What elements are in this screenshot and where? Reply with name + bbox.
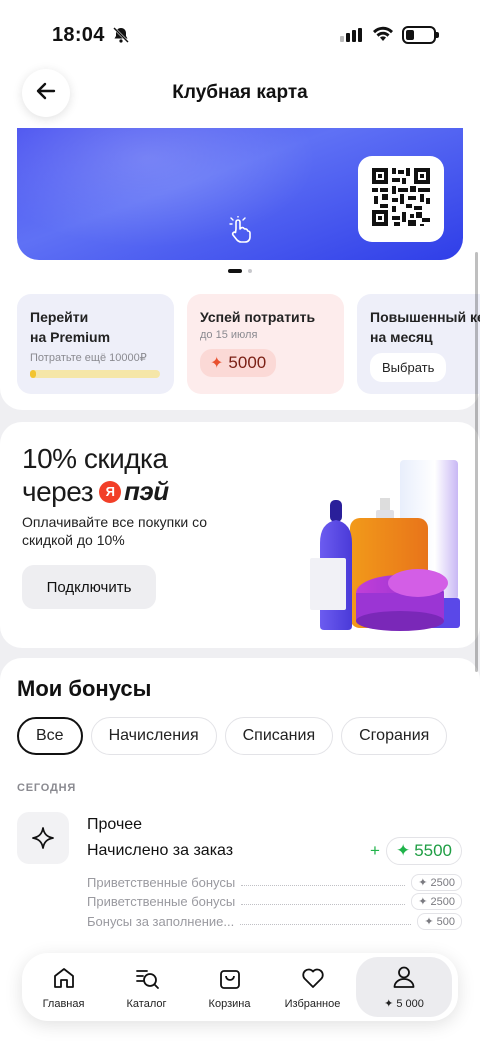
cashback-promo-card[interactable]: Повышенный ке на месяц Выбрать (357, 294, 480, 394)
nav-catalog-label: Каталог (126, 997, 167, 1010)
pay-title-line2: через Я пэй (22, 475, 169, 508)
subitem-amount: 500 (436, 916, 455, 928)
spend-promo-card[interactable]: Успей потратить до 15 июля ✦ 5000 (187, 294, 344, 394)
subitem-label: Бонусы за заполнение... (87, 914, 235, 929)
pay-banner-title: 10% скидка через Я пэй (22, 442, 169, 508)
bonus-filters: Все Начисления Списания Сгорания (17, 717, 448, 755)
shopping-bag-icon (217, 965, 243, 994)
transaction-subitem: Бонусы за заполнение... ✦ 500 (87, 913, 462, 930)
premium-progress-fill (30, 370, 36, 378)
home-icon (51, 965, 77, 994)
battery-icon (402, 26, 439, 44)
subitem-label: Приветственные бонусы (87, 894, 236, 909)
yandex-pay-banner[interactable]: 10% скидка через Я пэй Оплачивайте все п… (0, 422, 480, 648)
bonus-sparkle-icon: ✦ (424, 916, 437, 928)
pay-title-line1: 10% скидка (22, 443, 168, 474)
yandex-pay-logo: Я пэй (99, 475, 169, 508)
filter-accruals[interactable]: Начисления (90, 717, 217, 755)
bonus-sparkle-icon: ✦ (395, 841, 411, 860)
premium-progress-bar (30, 370, 160, 378)
transaction-amount-value: 5500 (414, 841, 453, 860)
qr-code-icon (372, 167, 430, 231)
signal-icon (340, 28, 364, 49)
sparkle-outline-icon (17, 812, 69, 864)
spend-bonus-badge: ✦ 5000 (200, 349, 277, 377)
pay-title-prefix: через (22, 476, 94, 507)
spend-deadline: до 15 июля (200, 329, 258, 341)
cashback-title-line1: Повышенный ке (370, 309, 480, 325)
transaction-subitem: Приветственные бонусы ✦ 2500 (87, 874, 462, 891)
transaction-description: Начислено за заказ (87, 842, 234, 859)
nav-catalog[interactable]: Каталог (105, 953, 188, 1021)
cashback-title-line2: на месяц (370, 329, 433, 345)
nav-cart-label: Корзина (208, 997, 251, 1010)
heart-icon (300, 965, 326, 994)
premium-title-line2: на Premium (30, 329, 111, 345)
cosmetics-illustration (300, 458, 470, 638)
premium-subtitle: Потратьте ещё 10000₽ (30, 352, 147, 364)
dotted-leader (240, 924, 412, 925)
nav-profile[interactable]: ✦ 5 000 (356, 957, 452, 1017)
yandex-logo-icon: Я (99, 480, 122, 503)
dotted-leader (241, 904, 406, 905)
date-section-label: СЕГОДНЯ (17, 782, 77, 794)
carousel-dot-active (228, 269, 242, 273)
carousel-indicator (0, 269, 480, 273)
subitem-amount-badge: ✦ 500 (417, 913, 462, 930)
dotted-leader (241, 885, 406, 886)
transaction-amount: + ✦ 5500 (370, 837, 463, 865)
subitem-label: Приветственные бонусы (87, 875, 236, 890)
catalog-search-icon (134, 965, 160, 994)
transaction-title: Прочее (87, 816, 143, 833)
pay-banner-description: Оплачивайте все покупки со скидкой до 10… (22, 514, 208, 548)
spend-title: Успей потратить (200, 309, 316, 325)
scrollbar[interactable] (475, 252, 478, 672)
status-time: 18:04 (52, 24, 105, 46)
subitem-amount: 2500 (430, 877, 455, 889)
club-card-section: Перейти на Premium Потратьте ещё 10000₽ … (0, 128, 480, 410)
connect-button[interactable]: Подключить (22, 565, 156, 609)
carousel-dot (248, 269, 252, 273)
tap-hand-icon (227, 215, 253, 249)
pay-brand-name: пэй (124, 476, 169, 506)
nav-home[interactable]: Главная (22, 953, 105, 1021)
premium-promo-card[interactable]: Перейти на Premium Потратьте ещё 10000₽ (17, 294, 174, 394)
subitem-amount-badge: ✦ 2500 (411, 893, 462, 910)
transaction-subitem: Приветственные бонусы ✦ 2500 (87, 893, 462, 910)
qr-code-button[interactable] (358, 156, 444, 242)
premium-title-line1: Перейти (30, 309, 89, 325)
page-title: Клубная карта (172, 82, 308, 103)
subitem-amount-badge: ✦ 2500 (411, 874, 462, 891)
bonus-sparkle-icon: ✦ (210, 355, 224, 372)
status-bar: 18:04 (0, 0, 480, 64)
user-icon (391, 964, 417, 993)
filter-expirations[interactable]: Сгорания (341, 717, 448, 755)
bell-muted-icon (112, 26, 130, 49)
bonuses-heading: Мои бонусы (17, 676, 152, 701)
choose-button[interactable]: Выбрать (370, 353, 447, 382)
spend-bonus-amount: 5000 (228, 353, 267, 372)
wifi-icon (372, 25, 394, 48)
nav-profile-bonus-label: ✦ 5 000 (384, 998, 424, 1010)
nav-favorites-label: Избранное (284, 997, 341, 1010)
page-header: Клубная карта (0, 64, 480, 128)
bonus-sparkle-icon: ✦ (418, 877, 431, 889)
nav-home-label: Главная (42, 997, 85, 1010)
transaction-amount-badge: ✦ 5500 (385, 837, 463, 865)
filter-writeoffs[interactable]: Списания (224, 717, 334, 755)
nav-cart[interactable]: Корзина (188, 953, 271, 1021)
transaction-sign: + (370, 841, 380, 860)
bottom-navigation: Главная Каталог Корзина Избранное ✦ 5 00… (22, 953, 458, 1021)
bonus-sparkle-icon: ✦ (418, 896, 431, 908)
nav-favorites[interactable]: Избранное (271, 953, 354, 1021)
subitem-amount: 2500 (430, 896, 455, 908)
filter-all[interactable]: Все (17, 717, 83, 755)
club-card[interactable] (17, 128, 463, 260)
